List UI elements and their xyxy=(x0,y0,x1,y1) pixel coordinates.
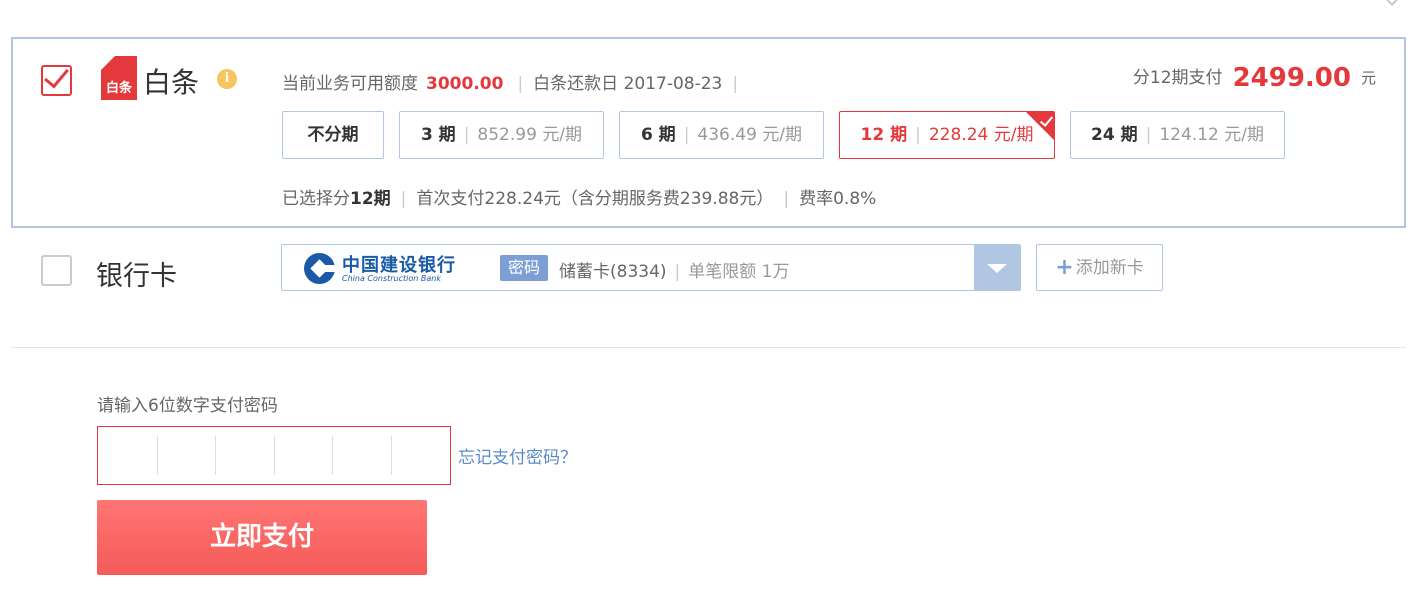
digit-divider xyxy=(157,436,158,475)
card-info: 储蓄卡(8334) | 单笔限额 1万 xyxy=(559,257,790,282)
divider xyxy=(11,347,1406,348)
auth-badge: 密码 xyxy=(500,255,549,281)
baitiao-checkbox[interactable] xyxy=(41,65,72,96)
selected-prefix: 已选择分 xyxy=(282,189,350,209)
separator: | xyxy=(783,189,790,209)
plan-amount: 228.24 xyxy=(928,125,989,145)
check-corner-icon xyxy=(1026,112,1054,140)
plan-unit: 元/期 xyxy=(762,125,803,145)
baitiao-credit-info: 当前业务可用额度 3000.00 | 白条还款日 2017-08-23 | xyxy=(282,69,748,94)
ccb-logo-icon xyxy=(304,253,337,284)
digit-divider xyxy=(391,436,392,475)
credit-value: 3000.00 xyxy=(426,74,504,94)
plan-option-6[interactable]: 6 期 | 436.49 元/期 xyxy=(619,111,824,159)
digit-divider xyxy=(332,436,333,475)
bank-card-select[interactable]: 中国建设银行 China Construction Bank 密码 储蓄卡(83… xyxy=(281,244,1021,291)
info-icon[interactable]: i xyxy=(217,69,237,89)
plan-option-24[interactable]: 24 期 | 124.12 元/期 xyxy=(1070,111,1285,159)
first-pay: 首次支付228.24元（含分期服务费239.88元） xyxy=(416,189,774,209)
pay-now-button[interactable]: 立即支付 xyxy=(97,500,427,575)
rate: 费率0.8% xyxy=(799,189,877,209)
baitiao-payment-panel: 白条 白条 i 当前业务可用额度 3000.00 | 白条还款日 2017-08-23… xyxy=(11,37,1406,228)
credit-label: 当前业务可用额度 xyxy=(282,74,418,94)
repay-date: 2017-08-23 xyxy=(623,74,723,94)
selected-term: 12期 xyxy=(350,189,391,209)
plan-unit: 元/期 xyxy=(542,125,583,145)
separator: | xyxy=(732,74,739,94)
add-card-label: 添加新卡 xyxy=(1075,258,1144,278)
dropdown-arrow-icon[interactable] xyxy=(974,245,1020,290)
baitiao-logo-icon: 白条 xyxy=(101,56,137,100)
baitiao-name: 白条 xyxy=(143,66,200,99)
bank-card-checkbox[interactable] xyxy=(41,255,72,286)
card-desc: 储蓄卡(8334) xyxy=(559,262,667,282)
plan-option-12[interactable]: 12 期 | 228.24 元/期 xyxy=(839,111,1055,159)
forgot-password-link[interactable]: 忘记支付密码？ xyxy=(458,443,577,468)
plan-amount: 436.49 xyxy=(697,125,757,145)
bank-card-label: 银行卡 xyxy=(96,261,177,292)
separator: | xyxy=(517,74,524,94)
separator: | xyxy=(1145,125,1152,145)
plan-term: 6 期 xyxy=(640,125,676,145)
plan-option-3[interactable]: 3 期 | 852.99 元/期 xyxy=(399,111,604,159)
password-input[interactable] xyxy=(97,426,451,485)
plus-icon: + xyxy=(1055,255,1074,280)
total-unit: 元 xyxy=(1360,69,1376,87)
plan-option-none[interactable]: 不分期 xyxy=(282,111,384,159)
separator: | xyxy=(683,125,690,145)
digit-divider xyxy=(215,436,216,475)
card-limit: 单笔限额 1万 xyxy=(688,262,790,282)
separator: | xyxy=(400,189,407,209)
separator: | xyxy=(915,125,921,145)
plan-term: 3 期 xyxy=(420,125,456,145)
plan-term: 12 期 xyxy=(860,125,908,145)
password-prompt: 请输入6位数字支付密码 xyxy=(97,396,278,416)
plan-amount: 124.12 xyxy=(1159,125,1219,145)
installment-summary: 已选择分12期 | 首次支付228.24元（含分期服务费239.88元） | 费率0.8… xyxy=(282,184,876,209)
digit-divider xyxy=(274,436,275,475)
total-amount: 2499.00 xyxy=(1232,63,1351,93)
baitiao-logo-text: 白条 xyxy=(105,81,132,96)
bank-name-en: China Construction Bank xyxy=(342,274,441,283)
plan-term: 不分期 xyxy=(307,125,359,145)
plan-unit: 元/期 xyxy=(1224,125,1264,145)
chevron-down-icon xyxy=(1384,0,1400,7)
add-card-button[interactable]: + 添加新卡 xyxy=(1036,244,1163,291)
repay-label: 白条还款日 xyxy=(533,74,619,94)
plan-amount: 852.99 xyxy=(477,125,537,145)
plan-term: 24 期 xyxy=(1091,125,1138,145)
separator: | xyxy=(463,125,470,145)
separator: | xyxy=(674,262,681,282)
baitiao-total: 分12期支付 2499.00 元 xyxy=(1133,63,1376,93)
total-prefix: 分12期支付 xyxy=(1132,68,1223,88)
